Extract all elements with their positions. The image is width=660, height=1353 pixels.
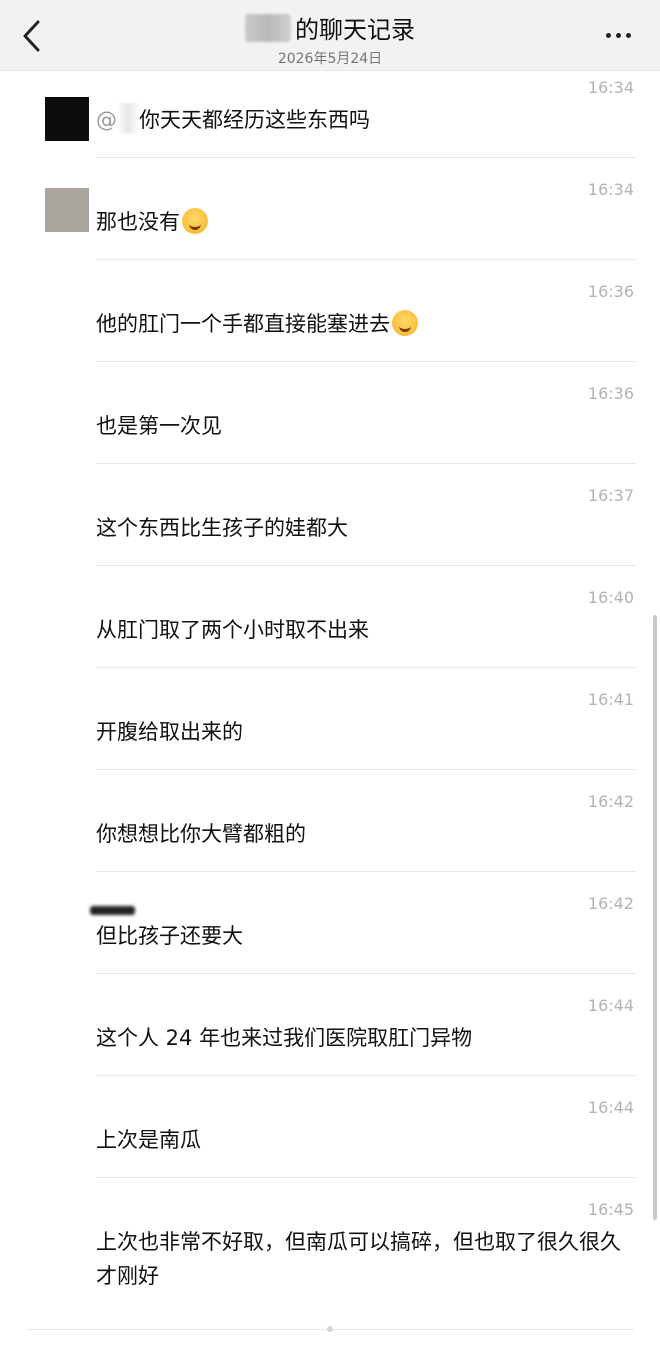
message-text: @ 你天天都经历这些东西吗	[96, 103, 626, 137]
list-item: 16:45 上次也非常不好取，但南瓜可以搞碎，但也取了很久很久才刚好	[0, 1192, 660, 1312]
list-item: 16:44 上次是南瓜	[0, 1090, 660, 1178]
message-time: 16:34	[587, 78, 634, 97]
redacted-contact-name	[245, 13, 291, 42]
page-title: 的聊天记录	[295, 16, 415, 44]
divider	[96, 565, 636, 566]
list-item: 16:42 你想想比你大臂都粗的	[0, 784, 660, 872]
message-time: 16:37	[587, 486, 634, 505]
chat-record-header: 的聊天记录 2026年5月24日	[0, 0, 660, 71]
more-dot-icon	[616, 33, 621, 38]
divider	[96, 1075, 636, 1076]
divider	[96, 769, 636, 770]
message-time: 16:45	[587, 1200, 634, 1219]
list-end-indicator	[327, 1326, 333, 1332]
divider	[96, 1177, 636, 1178]
message-time: 16:36	[587, 282, 634, 301]
message-time: 16:44	[587, 1098, 634, 1117]
divider	[96, 361, 636, 362]
message-text: 那也没有	[96, 205, 626, 239]
list-item: 16:34 那也没有	[0, 172, 660, 260]
list-item: 16:36 也是第一次见	[0, 376, 660, 464]
list-item: 16:40 从肛门取了两个小时取不出来	[0, 580, 660, 668]
divider	[96, 259, 636, 260]
message-time: 16:36	[587, 384, 634, 403]
message-text: 上次是南瓜	[96, 1128, 201, 1152]
message-text: 开腹给取出来的	[96, 720, 243, 744]
redacted-mention-name	[117, 103, 139, 133]
list-item: 16:44 这个人 24 年也来过我们医院取肛门异物	[0, 988, 660, 1076]
divider	[96, 463, 636, 464]
redacted-mention: @	[96, 108, 117, 132]
list-item: 16:34 @ 你天天都经历这些东西吗	[0, 70, 660, 158]
divider	[96, 871, 636, 872]
message-text: 上次也非常不好取，但南瓜可以搞碎，但也取了很久很久才刚好	[96, 1230, 621, 1288]
message-time: 16:34	[587, 180, 634, 199]
divider	[96, 157, 636, 158]
message-text: 这个东西比生孩子的娃都大	[96, 516, 348, 540]
laughing-crying-emoji-icon	[182, 208, 208, 234]
laughing-crying-emoji-icon	[392, 310, 418, 336]
list-item: 16:42 但比孩子还要大	[0, 886, 660, 974]
more-dot-icon	[606, 33, 611, 38]
message-time: 16:42	[587, 792, 634, 811]
redaction-mark	[90, 906, 135, 915]
message-text: 这个人 24 年也来过我们医院取肛门异物	[96, 1026, 473, 1050]
title-block: 的聊天记录 2026年5月24日	[0, 10, 660, 68]
message-time: 16:40	[587, 588, 634, 607]
message-text: 你想想比你大臂都粗的	[96, 822, 306, 846]
scrollbar[interactable]	[653, 615, 657, 1220]
message-text: 他的肛门一个手都直接能塞进去	[96, 307, 626, 341]
message-time: 16:41	[587, 690, 634, 709]
divider	[96, 973, 636, 974]
list-item: 16:37 这个东西比生孩子的娃都大	[0, 478, 660, 566]
message-time: 16:42	[587, 894, 634, 913]
divider	[96, 667, 636, 668]
record-date: 2026年5月24日	[277, 50, 383, 67]
list-item: 16:36 他的肛门一个手都直接能塞进去	[0, 274, 660, 362]
more-options-button[interactable]	[604, 26, 634, 44]
list-item: 16:41 开腹给取出来的	[0, 682, 660, 770]
message-text: 也是第一次见	[96, 414, 222, 438]
message-text: 但比孩子还要大	[96, 924, 243, 948]
more-dot-icon	[626, 33, 631, 38]
message-text: 从肛门取了两个小时取不出来	[96, 618, 369, 642]
message-time: 16:44	[587, 996, 634, 1015]
